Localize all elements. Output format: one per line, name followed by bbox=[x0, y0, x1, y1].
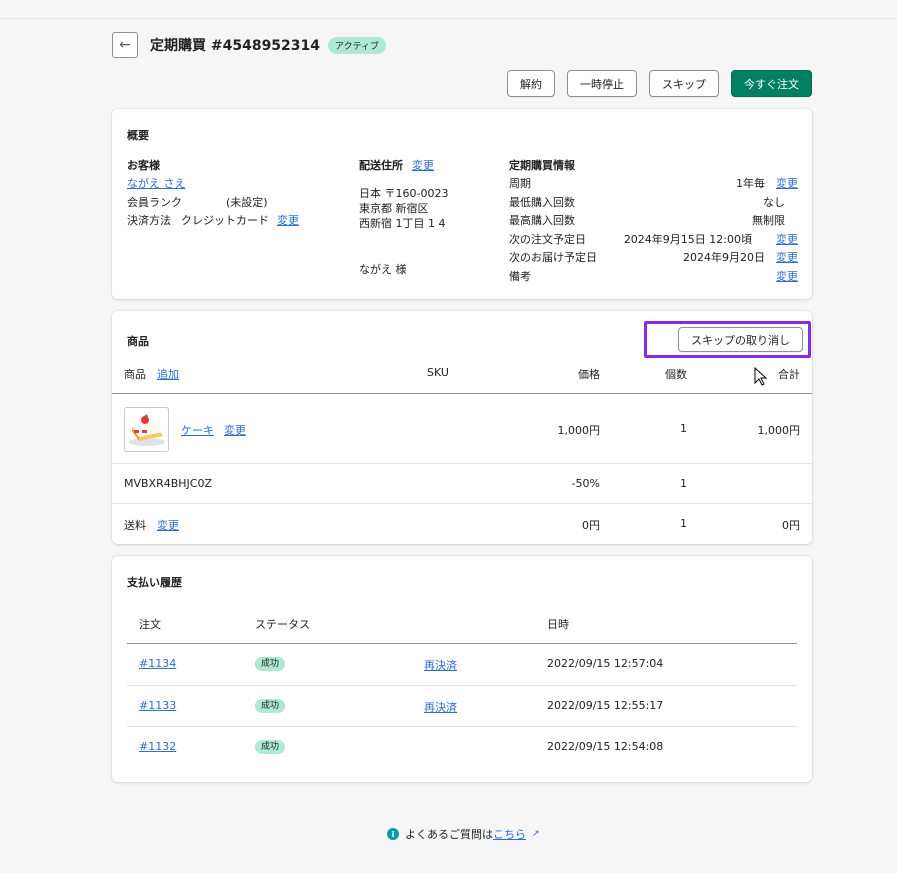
discount-code: MVBXR4BHJC0Z bbox=[124, 477, 213, 490]
note-label: 備考 bbox=[509, 270, 531, 283]
highlight-box bbox=[644, 321, 811, 358]
page-header: ← 定期購買 #4548952314 アクティブ bbox=[112, 32, 387, 58]
cycle-change-link[interactable]: 変更 bbox=[776, 175, 798, 191]
product-change-link[interactable]: 変更 bbox=[224, 422, 246, 438]
shipping-change-link[interactable]: 変更 bbox=[412, 157, 434, 173]
shipping-fee-change-link[interactable]: 変更 bbox=[157, 517, 179, 533]
col-qty: 個数 bbox=[665, 368, 687, 381]
arrow-left-icon: ← bbox=[119, 37, 131, 53]
next-order-label: 次の注文予定日 bbox=[509, 233, 586, 246]
product-thumbnail bbox=[124, 407, 169, 452]
footer-help: i よくあるご質問はこちら ↗ bbox=[387, 826, 540, 842]
back-button[interactable]: ← bbox=[112, 32, 138, 58]
max-purchase-label: 最高購入回数 bbox=[509, 214, 575, 227]
pause-button[interactable]: 一時停止 bbox=[567, 70, 637, 97]
address-line-2: 東京都 新宿区 bbox=[359, 202, 429, 215]
shipping-heading: 配送住所 bbox=[359, 159, 403, 172]
payment-value: クレジットカード bbox=[181, 214, 269, 227]
summary-card: 概要 お客様 ながえ さえ 会員ランク (未設定) 決済方法 クレジットカード … bbox=[112, 109, 812, 299]
cycle-label: 周期 bbox=[509, 177, 531, 190]
address-line-1: 日本 〒160-0023 bbox=[359, 187, 449, 200]
discount-qty: 1 bbox=[680, 477, 687, 490]
products-title: 商品 bbox=[127, 335, 149, 348]
status-badge: 成功 bbox=[255, 698, 286, 713]
payment-datetime: 2022/09/15 12:54:08 bbox=[547, 740, 664, 753]
next-order-change-link[interactable]: 変更 bbox=[776, 231, 798, 247]
shipping-fee-qty: 1 bbox=[680, 517, 687, 530]
next-order-value: 2024年9月15日 12:00頃 bbox=[623, 233, 752, 246]
order-link-1132[interactable]: #1132 bbox=[139, 740, 176, 753]
row-divider bbox=[112, 503, 812, 504]
order-now-button[interactable]: 今すぐ注文 bbox=[731, 70, 812, 97]
summary-title: 概要 bbox=[127, 129, 149, 142]
col-product: 商品 bbox=[124, 368, 146, 381]
footer-text: よくあるご質問は bbox=[405, 828, 493, 841]
cancel-subscription-button[interactable]: 解約 bbox=[507, 70, 555, 97]
page-title: 定期購買 #4548952314 bbox=[150, 38, 321, 54]
external-link-icon: ↗ bbox=[532, 829, 540, 839]
header-actions: 解約 一時停止 スキップ 今すぐ注文 bbox=[507, 70, 812, 97]
next-delivery-label: 次のお届け予定日 bbox=[509, 251, 597, 264]
payment-history-card: 支払い履歴 注文 ステータス 日時 #1134 成功 再決済 2022/09/1… bbox=[112, 556, 812, 782]
payment-change-link[interactable]: 変更 bbox=[277, 212, 299, 228]
add-product-link[interactable]: 追加 bbox=[157, 366, 179, 382]
shipping-fee-price: 0円 bbox=[582, 519, 600, 532]
min-purchase-value: なし bbox=[763, 196, 785, 209]
product-qty: 1 bbox=[680, 422, 687, 435]
recipient-name: ながえ 様 bbox=[359, 263, 407, 276]
shipping-fee-total: 0円 bbox=[782, 519, 800, 532]
next-delivery-value: 2024年9月20日 bbox=[683, 251, 765, 264]
header-divider bbox=[127, 643, 797, 644]
top-divider bbox=[0, 18, 897, 19]
col-sku: SKU bbox=[427, 366, 449, 379]
order-link-1134[interactable]: #1134 bbox=[139, 657, 176, 670]
col-price: 価格 bbox=[578, 368, 600, 381]
rank-label: 会員ランク bbox=[127, 196, 182, 209]
status-badge-label: 成功 bbox=[255, 699, 286, 713]
subscription-heading: 定期購買情報 bbox=[509, 159, 575, 172]
status-badge-label: 成功 bbox=[255, 740, 286, 754]
retry-payment-link[interactable]: 再決済 bbox=[424, 699, 457, 715]
mouse-cursor-icon bbox=[754, 366, 768, 390]
product-total: 1,000円 bbox=[757, 424, 801, 437]
min-purchase-label: 最低購入回数 bbox=[509, 196, 575, 209]
col-datetime: 日時 bbox=[547, 618, 569, 631]
max-purchase-value: 無制限 bbox=[752, 214, 785, 227]
rank-value: (未設定) bbox=[226, 196, 268, 209]
next-delivery-change-link[interactable]: 変更 bbox=[776, 249, 798, 265]
col-status: ステータス bbox=[255, 618, 310, 631]
shipping-fee-label: 送料 bbox=[124, 519, 146, 532]
faq-link[interactable]: こちら bbox=[493, 828, 526, 841]
row-divider bbox=[127, 726, 797, 727]
cake-image bbox=[129, 414, 165, 446]
col-order: 注文 bbox=[139, 618, 161, 631]
product-price: 1,000円 bbox=[557, 424, 601, 437]
cycle-value: 1年毎 bbox=[736, 177, 765, 190]
payment-history-title: 支払い履歴 bbox=[127, 576, 182, 589]
skip-button[interactable]: スキップ bbox=[649, 70, 719, 97]
order-link-1133[interactable]: #1133 bbox=[139, 699, 176, 712]
row-divider bbox=[127, 685, 797, 686]
header-divider bbox=[112, 393, 812, 394]
discount-price: -50% bbox=[571, 477, 600, 490]
customer-name-link[interactable]: ながえ さえ bbox=[127, 175, 186, 191]
address-line-3: 西新宿 1丁目 1 4 bbox=[359, 217, 446, 230]
note-change-link[interactable]: 変更 bbox=[776, 268, 798, 284]
status-badge: 成功 bbox=[255, 739, 286, 754]
retry-payment-link[interactable]: 再決済 bbox=[424, 657, 457, 673]
product-name-link[interactable]: ケーキ bbox=[181, 422, 214, 438]
payment-datetime: 2022/09/15 12:57:04 bbox=[547, 657, 664, 670]
row-divider bbox=[112, 463, 812, 464]
payment-label: 決済方法 bbox=[127, 214, 171, 227]
status-badge: アクティブ bbox=[328, 36, 387, 54]
status-badge-label: 成功 bbox=[255, 657, 286, 671]
customer-heading: お客様 bbox=[127, 159, 160, 172]
payment-datetime: 2022/09/15 12:55:17 bbox=[547, 699, 664, 712]
col-total: 合計 bbox=[778, 368, 800, 381]
status-badge: 成功 bbox=[255, 656, 286, 671]
info-icon: i bbox=[387, 828, 399, 840]
